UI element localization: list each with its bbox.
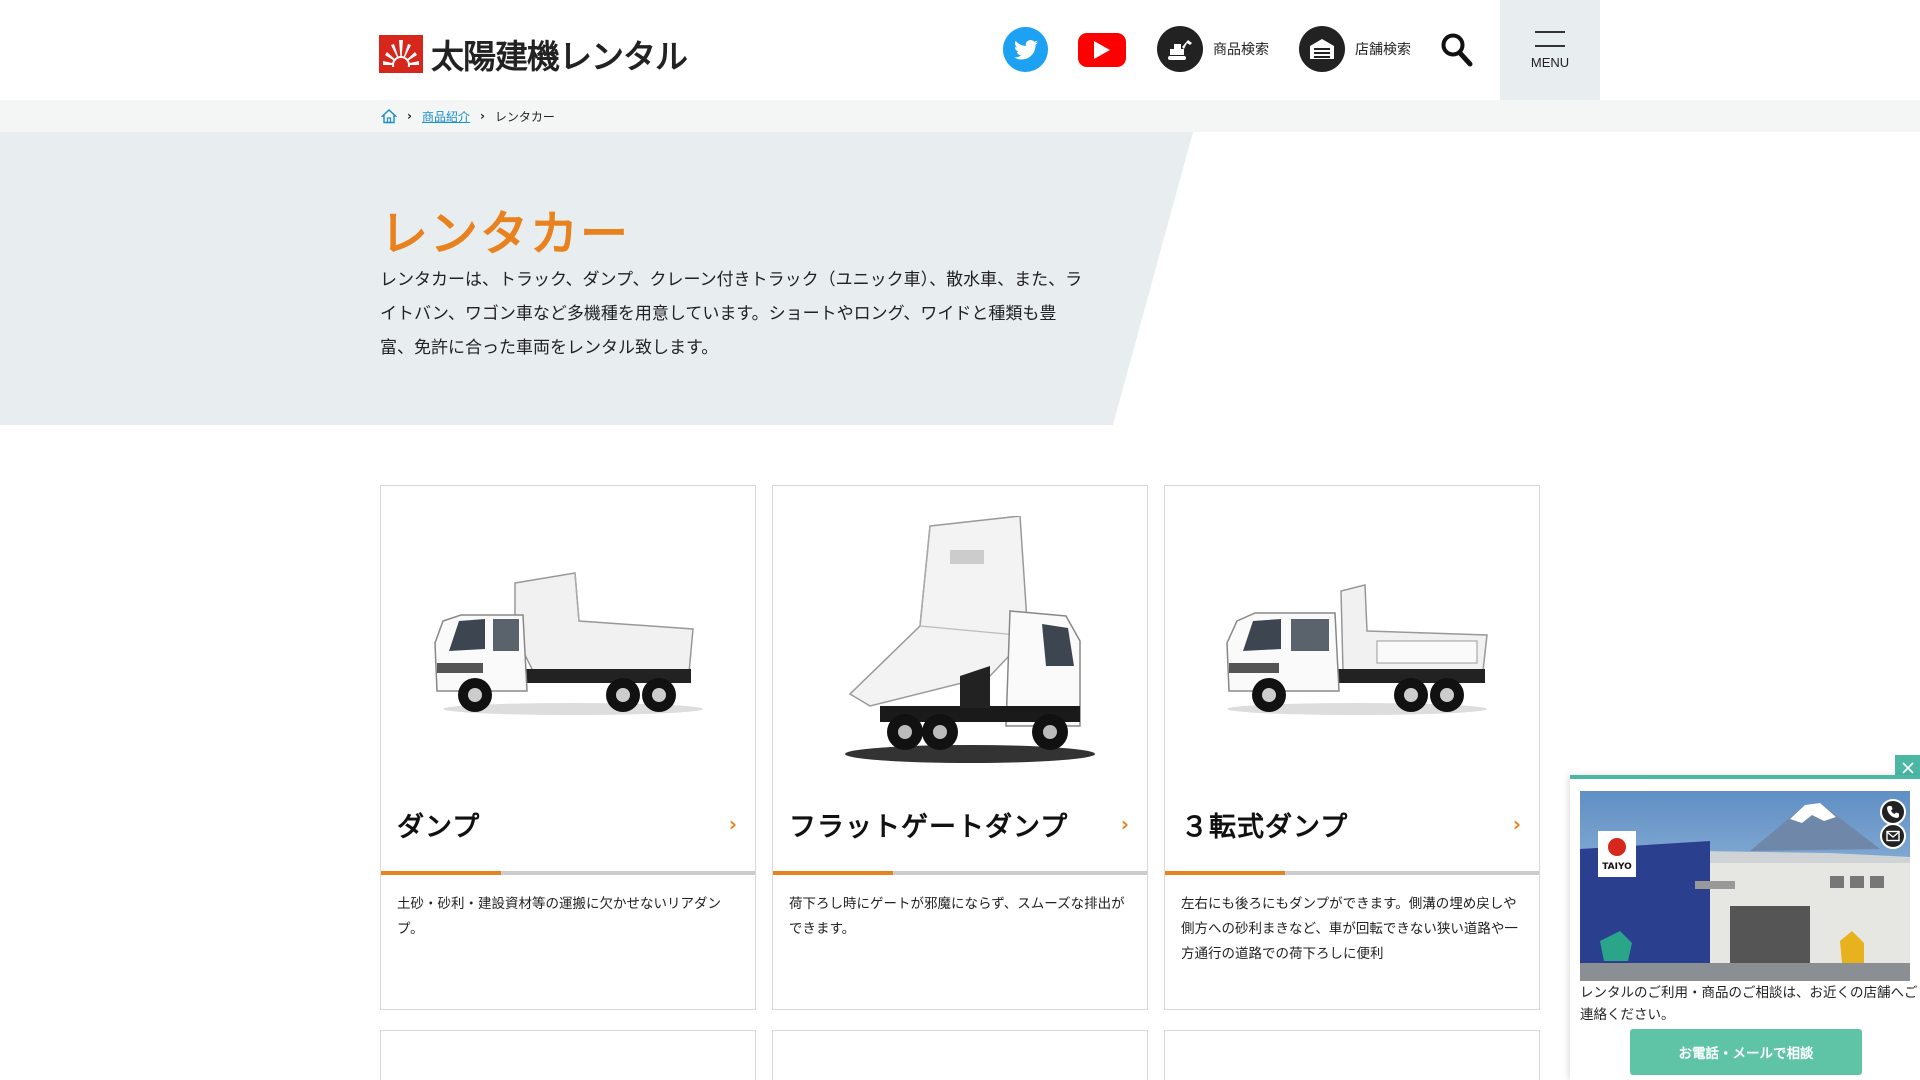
card-title: ３転式ダンプ (1181, 811, 1349, 843)
product-card[interactable] (1164, 1030, 1540, 1080)
product-card-grid-row2 (380, 1030, 1540, 1080)
store-search-button[interactable]: 店舗検索 (1299, 26, 1411, 72)
card-header: フラットゲートダンプ › (773, 786, 1147, 862)
menu-button[interactable]: MENU (1500, 0, 1600, 100)
card-description: 荷下ろし時にゲートが邪魔にならず、スムーズな排出ができます。 (789, 896, 1125, 937)
sun-logo-icon (379, 35, 423, 73)
card-divider (1165, 871, 1539, 875)
product-search-button[interactable]: 商品検索 (1157, 26, 1269, 72)
store-search-label: 店舗検索 (1355, 42, 1411, 58)
youtube-button[interactable] (1078, 33, 1126, 67)
store-photo: TAIYO (1580, 791, 1910, 981)
brand-name: 太陽建機レンタル (431, 37, 688, 76)
hamburger-icon (1535, 30, 1565, 47)
product-card-dump[interactable]: ダンプ › 土砂・砂利・建設資材等の運搬に欠かせないリアダンプ。 (380, 485, 756, 1010)
product-search-label: 商品検索 (1213, 42, 1269, 58)
product-card-grid: ダンプ › 土砂・砂利・建設資材等の運搬に欠かせないリアダンプ。 フラットゲート… (380, 485, 1540, 1010)
card-title: ダンプ (397, 811, 481, 843)
chevron-right-icon: › (1120, 812, 1129, 836)
product-card-3way-dump[interactable]: ３転式ダンプ › 左右にも後ろにもダンプができます。側溝の埋め戻しや側方への砂利… (1164, 485, 1540, 1010)
menu-label: MENU (1530, 54, 1570, 70)
card-header: ダンプ › (381, 786, 755, 862)
popup-message: レンタルのご利用・商品のご相談は、お近くの店舗へご連絡ください。 (1580, 985, 1918, 1023)
contact-phone-mail-button[interactable]: お電話・メールで相談 (1630, 1029, 1862, 1075)
card-header: ３転式ダンプ › (1165, 786, 1539, 862)
product-card-flatgate-dump[interactable]: フラットゲートダンプ › 荷下ろし時にゲートが邪魔にならず、スムーズな排出ができ… (772, 485, 1148, 1010)
flatgate-dump-truck-image (773, 486, 1147, 786)
store-sign-text: TAIYO (1602, 862, 1632, 872)
mail-button[interactable] (1880, 823, 1906, 849)
phone-button[interactable] (1880, 799, 1906, 825)
close-icon (1901, 761, 1914, 774)
page-description: レンタカーは、トラック、ダンプ、クレーン付きトラック（ユニック車）、散水車、また… (380, 270, 1083, 358)
excavator-icon (1157, 26, 1203, 72)
breadcrumb-current: レンタカー (494, 109, 555, 124)
search-icon (1441, 33, 1473, 67)
product-card[interactable] (380, 1030, 756, 1080)
contact-popup: TAIYO レンタルのご利用・商品のご相談は、お近くの店舗へご連絡ください。 お… (1570, 775, 1920, 1080)
chevron-right-icon: › (407, 109, 412, 123)
breadcrumb: › 商品紹介 › レンタカー (0, 100, 1920, 132)
phone-icon (1887, 806, 1899, 818)
breadcrumb-link-products[interactable]: 商品紹介 (422, 108, 470, 125)
site-logo[interactable]: 太陽建機レンタル (379, 30, 688, 78)
chevron-right-icon: › (479, 109, 485, 123)
twitter-icon (1013, 39, 1038, 59)
page-hero: レンタカー レンタカーは、トラック、ダンプ、クレーン付きトラック（ユニック車）、… (0, 132, 1920, 425)
twitter-button[interactable] (1003, 27, 1048, 72)
product-card[interactable] (772, 1030, 1148, 1080)
card-description: 土砂・砂利・建設資材等の運搬に欠かせないリアダンプ。 (397, 896, 721, 937)
card-description: 左右にも後ろにもダンプができます。側溝の埋め戻しや側方への砂利まきなど、車が回転… (1181, 896, 1518, 962)
3way-dump-truck-image (1165, 486, 1539, 786)
store-garage-icon (1299, 26, 1345, 72)
site-header: 太陽建機レンタル 商品検索 店舗検索 MENU (0, 0, 1920, 100)
page-title: レンタカー (380, 206, 631, 262)
card-divider (773, 871, 1147, 875)
card-divider (381, 871, 755, 875)
dump-truck-image (381, 486, 755, 786)
chevron-right-icon: › (1512, 812, 1521, 836)
mail-icon (1886, 830, 1900, 842)
youtube-play-icon (1094, 41, 1110, 59)
chevron-right-icon: › (728, 812, 737, 836)
home-icon[interactable] (381, 108, 397, 124)
search-button[interactable] (1440, 32, 1474, 68)
card-title: フラットゲートダンプ (789, 811, 1069, 843)
